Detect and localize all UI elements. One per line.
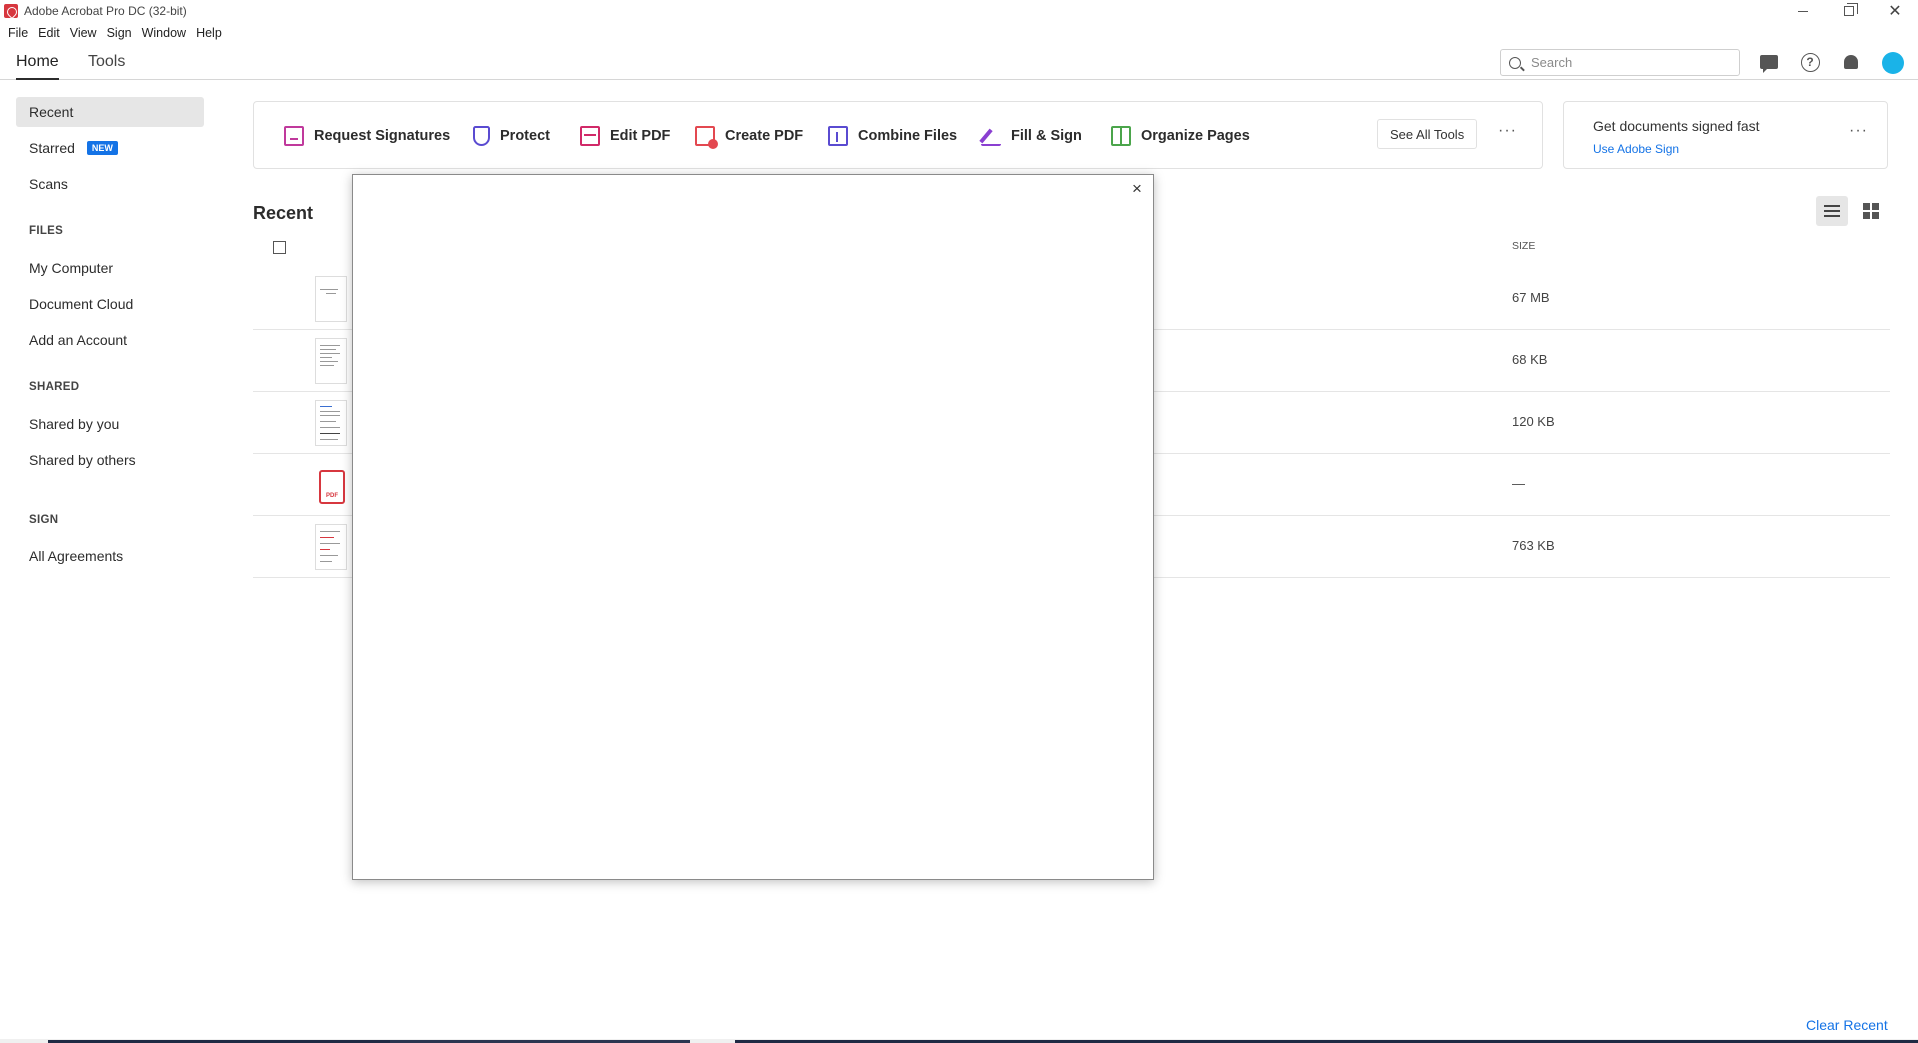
sidebar-item-all-agreements[interactable]: All Agreements: [16, 541, 204, 571]
file-size: 67 MB: [1512, 290, 1550, 305]
sign-card-title: Get documents signed fast: [1593, 118, 1760, 134]
bell-icon: [1844, 55, 1858, 69]
close-icon: ✕: [1888, 3, 1902, 20]
request-signatures-icon: [284, 126, 304, 146]
use-adobe-sign-link[interactable]: Use Adobe Sign: [1593, 142, 1679, 156]
sidebar-item-my-computer[interactable]: My Computer: [16, 253, 204, 283]
sign-card-more-button[interactable]: ···: [1849, 122, 1868, 140]
minimize-button[interactable]: [1780, 0, 1826, 22]
size-column-header[interactable]: SIZE: [1512, 240, 1535, 252]
sidebar-item-scans[interactable]: Scans: [16, 169, 204, 199]
search-input[interactable]: Search: [1500, 49, 1740, 76]
pdf-icon-label: PDF: [326, 493, 338, 499]
tool-label: Organize Pages: [1141, 128, 1250, 144]
sidebar-item-label: Starred: [29, 140, 75, 156]
files-section-header: FILES: [29, 225, 64, 237]
organize-pages-icon: [1111, 126, 1131, 146]
combine-files-tool[interactable]: Combine Files: [828, 124, 957, 148]
minimize-icon: [1798, 10, 1808, 12]
menu-window[interactable]: Window: [138, 26, 192, 40]
select-all-checkbox[interactable]: [273, 241, 286, 254]
tool-label: Request Signatures: [314, 128, 451, 144]
grid-view-icon: [1863, 203, 1870, 210]
file-size: 763 KB: [1512, 538, 1555, 553]
avatar[interactable]: [1882, 52, 1904, 74]
edit-pdf-icon: [580, 126, 600, 146]
restore-icon: [1844, 3, 1858, 16]
menu-sign[interactable]: Sign: [103, 26, 138, 40]
see-all-tools-button[interactable]: See All Tools: [1377, 119, 1478, 149]
feedback-button[interactable]: [1758, 51, 1780, 73]
shared-section-header: SHARED: [29, 381, 80, 393]
sign-section-header: SIGN: [29, 514, 59, 526]
pdf-file-icon: PDF: [315, 462, 347, 508]
menu-view[interactable]: View: [66, 26, 103, 40]
search-placeholder: Search: [1531, 55, 1573, 70]
restore-button[interactable]: [1826, 0, 1872, 22]
create-pdf-tool[interactable]: Create PDF: [695, 124, 804, 149]
request-signatures-tool[interactable]: Request Signatures: [284, 124, 450, 148]
new-badge: NEW: [86, 141, 118, 155]
shield-icon: [473, 126, 490, 146]
search-icon: [1509, 56, 1521, 69]
recent-heading: Recent: [253, 203, 314, 223]
document-thumbnail: [315, 524, 347, 570]
top-navigation: Home Tools Search ?: [0, 44, 1918, 80]
clear-recent-link[interactable]: Clear Recent: [1806, 1017, 1888, 1033]
tool-label: Fill & Sign: [1011, 128, 1082, 144]
title-bar: Adobe Acrobat Pro DC (32-bit): [0, 0, 1918, 22]
notifications-button[interactable]: [1840, 51, 1862, 73]
create-pdf-icon: [695, 126, 718, 149]
file-size: —: [1512, 476, 1525, 491]
close-icon: ×: [1132, 179, 1142, 198]
list-view-icon: [1824, 205, 1840, 207]
tool-label: Create PDF: [725, 128, 804, 144]
file-size: 120 KB: [1512, 414, 1555, 429]
document-thumbnail: [315, 338, 347, 384]
fill-sign-tool[interactable]: Fill & Sign: [981, 124, 1082, 148]
sidebar-item-shared-by-others[interactable]: Shared by others: [16, 445, 204, 475]
adobe-sign-card: Get documents signed fast Use Adobe Sign…: [1563, 101, 1888, 169]
tab-tools[interactable]: Tools: [88, 44, 125, 80]
acrobat-logo-icon: [4, 4, 18, 18]
tool-label: Combine Files: [858, 128, 958, 144]
menu-edit[interactable]: Edit: [34, 26, 66, 40]
sidebar-item-shared-by-you[interactable]: Shared by you: [16, 409, 204, 439]
help-button[interactable]: ?: [1799, 51, 1821, 73]
menu-file[interactable]: File: [4, 26, 34, 40]
organize-pages-tool[interactable]: Organize Pages: [1111, 124, 1250, 148]
sidebar-item-recent[interactable]: Recent: [16, 97, 204, 127]
chat-icon: [1760, 55, 1778, 73]
protect-tool[interactable]: Protect: [473, 124, 550, 148]
window-title: Adobe Acrobat Pro DC (32-bit): [24, 4, 187, 18]
document-thumbnail: [315, 400, 347, 446]
sidebar-item-document-cloud[interactable]: Document Cloud: [16, 289, 204, 319]
sidebar-item-starred[interactable]: Starred NEW: [16, 133, 204, 163]
document-thumbnail: [315, 276, 347, 322]
tools-more-button[interactable]: ···: [1498, 122, 1517, 140]
list-view-button[interactable]: [1816, 196, 1848, 226]
help-icon: ?: [1800, 52, 1820, 72]
combine-files-icon: [828, 126, 848, 146]
quick-tools-bar: Request Signatures Protect Edit PDF Crea…: [253, 101, 1543, 169]
menu-bar: File Edit View Sign Window Help: [0, 22, 228, 44]
grid-view-button[interactable]: [1863, 203, 1879, 219]
menu-help[interactable]: Help: [192, 26, 228, 40]
tool-label: Edit PDF: [610, 128, 671, 144]
file-size: 68 KB: [1512, 352, 1548, 367]
pen-icon: [981, 126, 1001, 146]
tool-label: Protect: [500, 128, 550, 144]
modal-dialog: ×: [352, 174, 1154, 880]
bottom-status-strip: [0, 1039, 1918, 1043]
modal-close-button[interactable]: ×: [1127, 179, 1147, 199]
window-close-button[interactable]: ✕: [1872, 0, 1918, 22]
sidebar-item-add-account[interactable]: Add an Account: [16, 325, 204, 355]
tab-home[interactable]: Home: [16, 44, 59, 80]
edit-pdf-tool[interactable]: Edit PDF: [580, 124, 670, 148]
